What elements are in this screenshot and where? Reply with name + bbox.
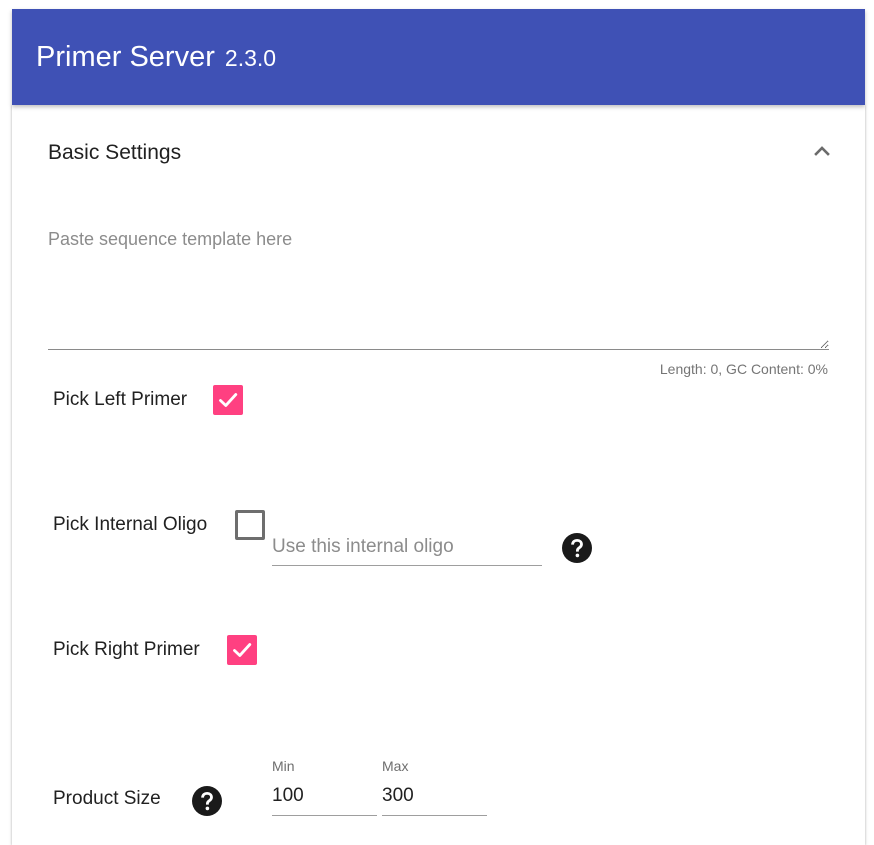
pick-internal-oligo-label: Pick Internal Oligo <box>53 514 208 535</box>
pick-left-primer-label: Pick Left Primer <box>53 389 188 410</box>
product-size-label: Product Size <box>53 788 161 809</box>
internal-oligo-input[interactable] <box>272 535 542 566</box>
pick-left-primer-checkbox[interactable] <box>213 385 243 415</box>
app-version: 2.3.0 <box>224 45 277 71</box>
basic-settings-panel: Basic Settings Length: 0, GC Content: 0%… <box>12 105 865 845</box>
checkmark-icon <box>233 643 252 657</box>
help-circle-icon[interactable] <box>562 533 592 563</box>
pick-right-primer-checkbox[interactable] <box>227 635 257 665</box>
panel-title: Basic Settings <box>48 141 182 164</box>
product-size-min-input[interactable] <box>272 783 377 816</box>
app-title: Primer Server 2.3.0 <box>36 39 276 76</box>
app-bar: Primer Server 2.3.0 <box>12 9 865 105</box>
product-size-max-caption: Max <box>382 758 409 774</box>
sequence-template-input[interactable] <box>48 220 829 350</box>
app-name: Primer Server <box>36 41 215 73</box>
sequence-stats: Length: 0, GC Content: 0% <box>659 361 828 377</box>
checkmark-icon <box>219 393 238 407</box>
basic-settings-header[interactable]: Basic Settings <box>12 105 865 200</box>
chevron-up-icon[interactable] <box>810 139 834 163</box>
product-size-max-input[interactable] <box>382 783 487 816</box>
pick-right-primer-label: Pick Right Primer <box>53 639 200 660</box>
help-circle-icon[interactable] <box>192 786 222 816</box>
product-size-min-caption: Min <box>272 758 295 774</box>
pick-internal-oligo-checkbox[interactable] <box>235 510 265 540</box>
